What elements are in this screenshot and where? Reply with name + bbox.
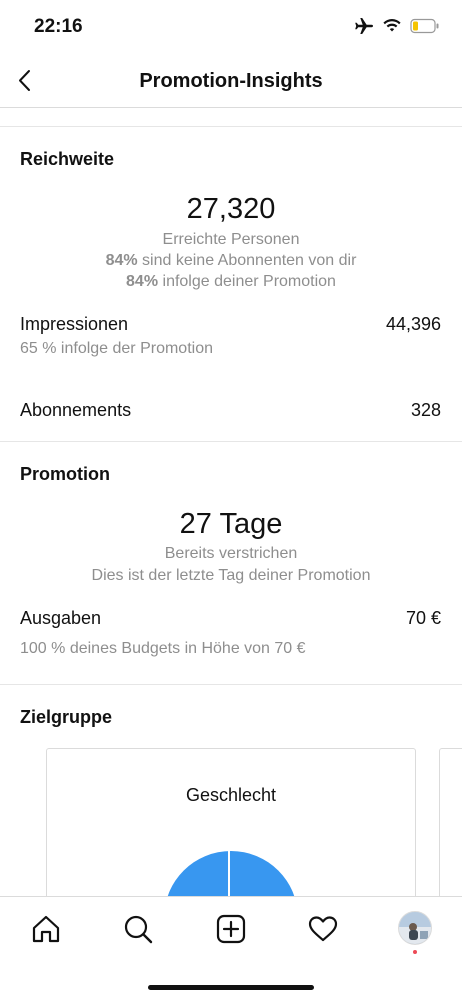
gender-pie-chart xyxy=(164,851,298,907)
tab-activity[interactable] xyxy=(307,913,339,945)
heart-icon xyxy=(308,916,338,942)
impressions-sub: 65 % infolge der Promotion xyxy=(20,340,213,357)
avatar-image xyxy=(399,912,431,944)
tab-home[interactable] xyxy=(30,913,62,945)
follows-label: Abonnements xyxy=(20,400,132,420)
spend-label: Ausgaben xyxy=(20,608,102,628)
audience-section-title: Zielgruppe xyxy=(20,707,113,727)
status-time: 22:16 xyxy=(34,16,83,37)
reach-promotion-text: infolge deiner Promotion xyxy=(158,273,336,290)
notification-dot xyxy=(413,950,417,954)
status-icons xyxy=(354,17,440,35)
battery-icon xyxy=(410,18,439,34)
divider xyxy=(0,441,462,442)
promotion-last-day: Dies ist der letzte Tag deiner Promotion xyxy=(91,567,371,584)
reach-non-followers-text: sind keine Abonnenten von dir xyxy=(137,252,357,269)
promotion-section-title: Promotion xyxy=(20,464,110,484)
new-post-icon xyxy=(216,914,246,944)
spend-value: 70 € xyxy=(405,608,441,628)
reach-section-title: Reichweite xyxy=(20,149,115,169)
spend-sub: 100 % deines Budgets in Höhe von 70 € xyxy=(20,640,306,657)
promotion-elapsed: Bereits verstrichen xyxy=(164,545,298,562)
divider xyxy=(0,684,462,685)
profile-avatar[interactable] xyxy=(398,911,432,945)
reach-subtitle: Erreichte Personen xyxy=(162,231,300,248)
gender-card[interactable]: Geschlecht xyxy=(46,748,416,908)
airplane-icon xyxy=(355,18,373,34)
reach-non-followers-line: 84% sind keine Abonnenten von dir xyxy=(0,252,462,270)
reach-count: 27,320 xyxy=(186,193,276,225)
page-title: Promotion-Insights xyxy=(139,70,323,92)
reach-promotion-percent: 84% xyxy=(126,273,159,290)
reach-non-followers-percent: 84% xyxy=(105,252,138,269)
impressions-label: Impressionen xyxy=(20,314,129,334)
tab-search[interactable] xyxy=(122,913,154,945)
follows-value: 328 xyxy=(410,400,441,420)
search-icon xyxy=(124,915,153,944)
home-icon xyxy=(32,915,60,943)
tab-new-post[interactable] xyxy=(215,913,247,945)
home-indicator xyxy=(148,985,314,990)
wifi-icon xyxy=(383,19,401,32)
reach-promotion-line: 84% infolge deiner Promotion xyxy=(0,273,462,291)
divider xyxy=(0,126,462,127)
impressions-value: 44,396 xyxy=(385,314,441,334)
next-card[interactable] xyxy=(439,748,462,908)
status-bar: 22:16 xyxy=(0,0,462,56)
promotion-duration: 27 Tage xyxy=(179,508,283,540)
nav-bar: Promotion-Insights xyxy=(0,56,462,108)
